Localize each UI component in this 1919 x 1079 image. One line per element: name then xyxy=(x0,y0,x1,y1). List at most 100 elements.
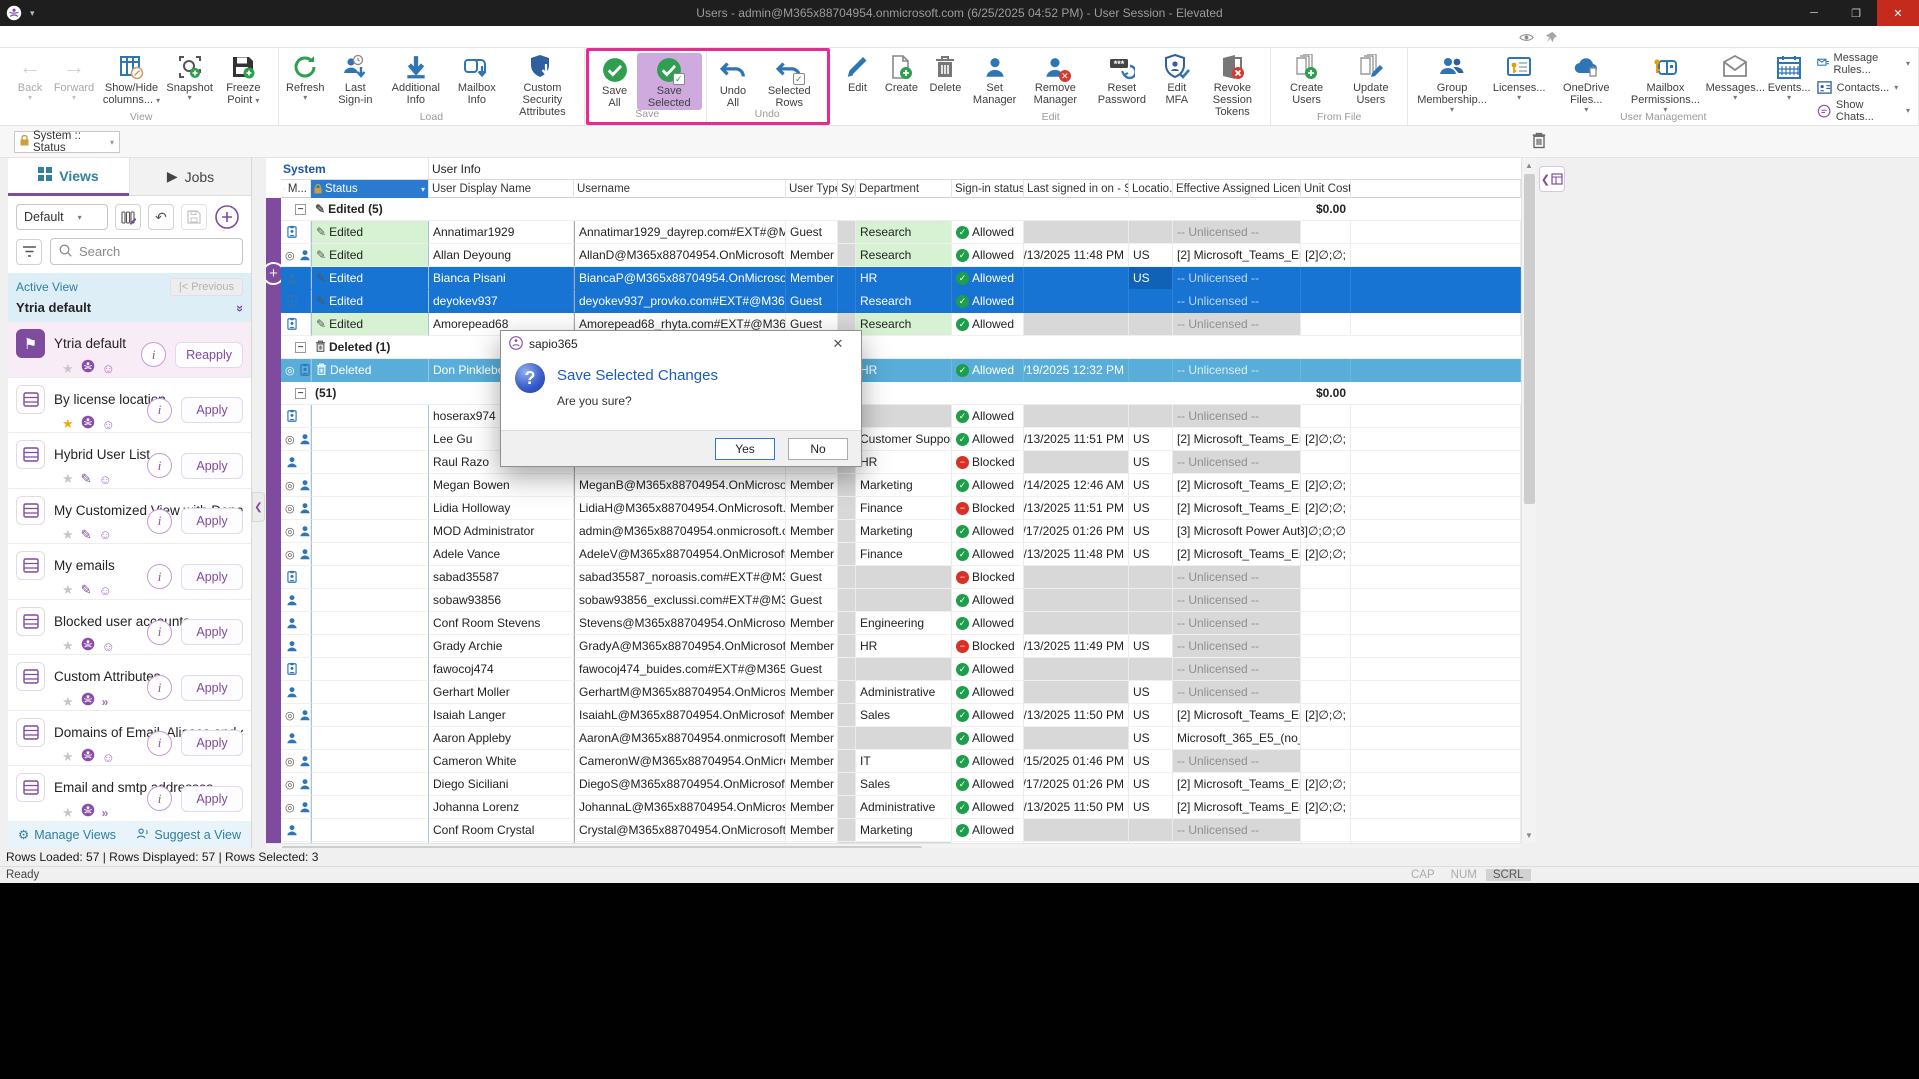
ribbon-button-mailbox-info[interactable]: Mailbox Info xyxy=(448,50,505,107)
view-item-ytria-default[interactable]: ⚑ Ytria default ★ ☺ i Reapply xyxy=(8,322,251,378)
apply-button[interactable]: Apply xyxy=(181,675,243,701)
user-row-johanna-lorenz[interactable]: ◎ Johanna Lorenz JohannaL@M365x88704954.… xyxy=(281,796,1521,819)
ribbon-button-create-users[interactable]: Create Users xyxy=(1275,50,1338,107)
apply-button[interactable]: Apply xyxy=(181,730,243,756)
ribbon-button-save-selected[interactable]: ✓ Save Selected xyxy=(637,53,702,110)
tab-jobs[interactable]: ▶ Jobs xyxy=(129,158,251,196)
user-row-allan-deyoung[interactable]: ◎ ✎Edited Allan Deyoung AllanD@M365x8870… xyxy=(281,244,1521,267)
column-header-last-signed-in-on-s[interactable]: Last signed in on - S... xyxy=(1024,180,1129,198)
column-header-effective-assigned-licens[interactable]: Effective Assigned Licens... xyxy=(1173,180,1301,198)
user-row-mod-administrator[interactable]: ◎ MOD Administrator admin@M365x88704954.… xyxy=(281,520,1521,543)
view-item-hybrid-user-list[interactable]: Hybrid User List ★ ✎ ☺ i Apply xyxy=(8,433,251,489)
ribbon-button-contacts[interactable]: Contacts... ▾ xyxy=(1817,80,1910,95)
view-item-by-license-location[interactable]: By license location ★ ☺ i Apply xyxy=(8,378,251,434)
ribbon-button-onedrive-files[interactable]: OneDrive Files... ▾ xyxy=(1547,50,1626,115)
quick-access-caret-icon[interactable]: ▾ xyxy=(30,8,35,19)
column-header-status[interactable]: Status▾ xyxy=(311,180,429,198)
favorite-star-icon[interactable]: ★ xyxy=(62,749,74,765)
suggest-view-link[interactable]: Suggest a View xyxy=(136,827,241,843)
band-user-info[interactable]: User Info xyxy=(429,162,481,176)
favorite-star-icon[interactable]: ★ xyxy=(62,694,74,710)
ribbon-button-mailbox-permissions[interactable]: Mailbox Permissions... ▾ xyxy=(1626,50,1705,115)
user-row-amorepead68[interactable]: ✎Edited Amorepead68 Amorepead68_rhyta.co… xyxy=(281,313,1521,336)
favorite-star-icon[interactable]: ★ xyxy=(62,471,74,487)
apply-button[interactable]: Apply xyxy=(181,453,243,479)
preset-dropdown[interactable]: Default▾ xyxy=(16,204,108,230)
user-row-grady-archie[interactable]: Grady Archie GradyA@M365x88704954.OnMicr… xyxy=(281,635,1521,658)
ribbon-button-save-all[interactable]: Save All xyxy=(593,53,637,110)
reapply-button[interactable]: Reapply xyxy=(175,342,243,368)
info-icon[interactable]: i xyxy=(147,453,172,478)
ribbon-button-snapshot[interactable]: Snapshot ▾ xyxy=(167,50,212,103)
user-row-lee-gu[interactable]: ◎ Lee Gu Customer Support ✓Allowed 1/13/… xyxy=(281,428,1521,451)
user-row-aaron-appleby[interactable]: Aaron Appleby AaronA@M365x88704954.onmic… xyxy=(281,727,1521,750)
previous-view-button[interactable]: |< Previous xyxy=(170,278,243,296)
view-item-custom-attributes[interactable]: Custom Attributes ★ » i Apply xyxy=(8,655,251,711)
favorite-star-icon[interactable]: ★ xyxy=(62,638,74,654)
column-header-sign-in-status[interactable]: Sign-in status xyxy=(952,180,1024,198)
view-item-my-emails[interactable]: My emails ★ ✎ ☺ i Apply xyxy=(8,544,251,600)
ribbon-button-remove-manager[interactable]: ✕ Remove Manager xyxy=(1022,50,1089,107)
ribbon-button-freeze-point[interactable]: Freeze Point ▾ xyxy=(212,50,274,107)
user-row-lidia-holloway[interactable]: ◎ Lidia Holloway LidiaH@M365x88704954.On… xyxy=(281,497,1521,520)
user-row-cameron-white[interactable]: ◎ Cameron White CameronW@M365x88704954.O… xyxy=(281,750,1521,773)
group-row-deleted-1[interactable]: − Deleted (1) xyxy=(281,336,1521,359)
user-row-sobaw93856[interactable]: sobaw93856 sobaw93856_exclussi.com#EXT#@… xyxy=(281,589,1521,612)
ribbon-button-selected-rows[interactable]: ✓ Selected Rows xyxy=(755,53,823,110)
apply-button[interactable]: Apply xyxy=(181,786,243,812)
group-row-51[interactable]: − (51) $0.00 xyxy=(281,382,1521,405)
favorite-star-icon[interactable]: ★ xyxy=(62,805,74,821)
ribbon-button-messages[interactable]: Messages... ▾ xyxy=(1705,50,1766,103)
ribbon-button-undo-all[interactable]: Undo All xyxy=(711,53,755,110)
user-row-don-pinkleber[interactable]: ◎ Deleted Don Pinkleber HR ✓Allowed 3/19… xyxy=(281,359,1521,382)
user-row-annatimar1929[interactable]: ✎Edited Annatimar1929 Annatimar1929_dayr… xyxy=(281,221,1521,244)
info-icon[interactable]: i xyxy=(147,620,172,645)
user-row-fawocoj474[interactable]: fawocoj474 fawocoj474_buides.com#EXT#@M3… xyxy=(281,658,1521,681)
search-input[interactable]: Search xyxy=(50,238,243,265)
ribbon-button-create[interactable]: Create xyxy=(879,50,923,95)
favorite-star-icon[interactable]: ★ xyxy=(62,416,74,432)
column-header-unit-cost[interactable]: Unit Cost... xyxy=(1301,180,1351,198)
ribbon-button-forward[interactable]: → Forward ▾ xyxy=(52,50,96,103)
group-row-edited-5[interactable]: − ✎Edited (5) $0.00 xyxy=(281,198,1521,221)
yes-button[interactable]: Yes xyxy=(715,438,775,460)
user-row-megan-bowen[interactable]: ◎ Megan Bowen MeganB@M365x88704954.OnMic… xyxy=(281,474,1521,497)
ribbon-button-edit[interactable]: Edit xyxy=(835,50,879,95)
view-selector[interactable]: System :: Status ▾ xyxy=(14,131,120,153)
no-button[interactable]: No xyxy=(788,438,848,460)
info-icon[interactable]: i xyxy=(147,509,172,534)
ribbon-button-set-manager[interactable]: Set Manager xyxy=(967,50,1021,107)
info-icon[interactable]: i xyxy=(147,398,172,423)
info-icon[interactable]: i xyxy=(147,675,172,700)
column-header-sy[interactable]: Sy... xyxy=(838,180,856,198)
view-item-domains-of-email-aliases-and-othe[interactable]: Domains of Email, Aliases and othe... ★ … xyxy=(8,711,251,767)
user-row-conf-room-stevens[interactable]: Conf Room Stevens Stevens@M365x88704954.… xyxy=(281,612,1521,635)
edit-columns-button[interactable] xyxy=(115,204,141,230)
manage-views-link[interactable]: ⚙ Manage Views xyxy=(18,827,116,842)
user-row-bianca-pisani[interactable]: ✎Edited Bianca Pisani BiancaP@M365x88704… xyxy=(281,267,1521,290)
info-icon[interactable]: i xyxy=(147,731,172,756)
collapse-group-icon[interactable]: − xyxy=(295,342,306,353)
collapse-group-icon[interactable]: − xyxy=(295,204,306,215)
ribbon-button-custom-security-attributes[interactable]: Custom Security Attributes xyxy=(505,50,579,119)
info-icon[interactable]: i xyxy=(147,564,172,589)
view-item-blocked-user-accounts[interactable]: Blocked user accounts ★ ☺ i Apply xyxy=(8,600,251,656)
reset-view-button[interactable]: ↶ xyxy=(148,204,174,230)
user-row-raul-razo[interactable]: Raul Razo HR −Blocked US -- Unlicensed -… xyxy=(281,451,1521,474)
column-header-locatio[interactable]: Locatio... xyxy=(1129,180,1173,198)
ribbon-button-refresh[interactable]: Refresh ▾ xyxy=(283,50,327,103)
scroll-down-icon[interactable]: ▼ xyxy=(1522,828,1536,843)
add-view-button[interactable] xyxy=(214,204,240,230)
view-item-my-customized-view-with-depart[interactable]: My Customized View with Depart... ★ ✎ ☺ … xyxy=(8,489,251,545)
ribbon-button-delete[interactable]: Delete xyxy=(923,50,967,95)
ribbon-button-last-sign-in[interactable]: Last Sign-in xyxy=(327,50,383,107)
apply-button[interactable]: Apply xyxy=(181,508,243,534)
ribbon-button-edit-mfa[interactable]: Edit MFA xyxy=(1155,50,1199,107)
ribbon-button-additional-info[interactable]: Additional Info xyxy=(383,50,448,107)
eye-icon[interactable] xyxy=(1519,30,1534,45)
ribbon-button-licenses[interactable]: Licenses... ▾ xyxy=(1492,50,1547,103)
info-icon[interactable]: i xyxy=(141,342,166,367)
vertical-scrollbar[interactable]: ▲ ▼ xyxy=(1521,158,1536,843)
user-row-deyokev937[interactable]: ✎Edited deyokev937 deyokev937_provko.com… xyxy=(281,290,1521,313)
apply-button[interactable]: Apply xyxy=(181,619,243,645)
